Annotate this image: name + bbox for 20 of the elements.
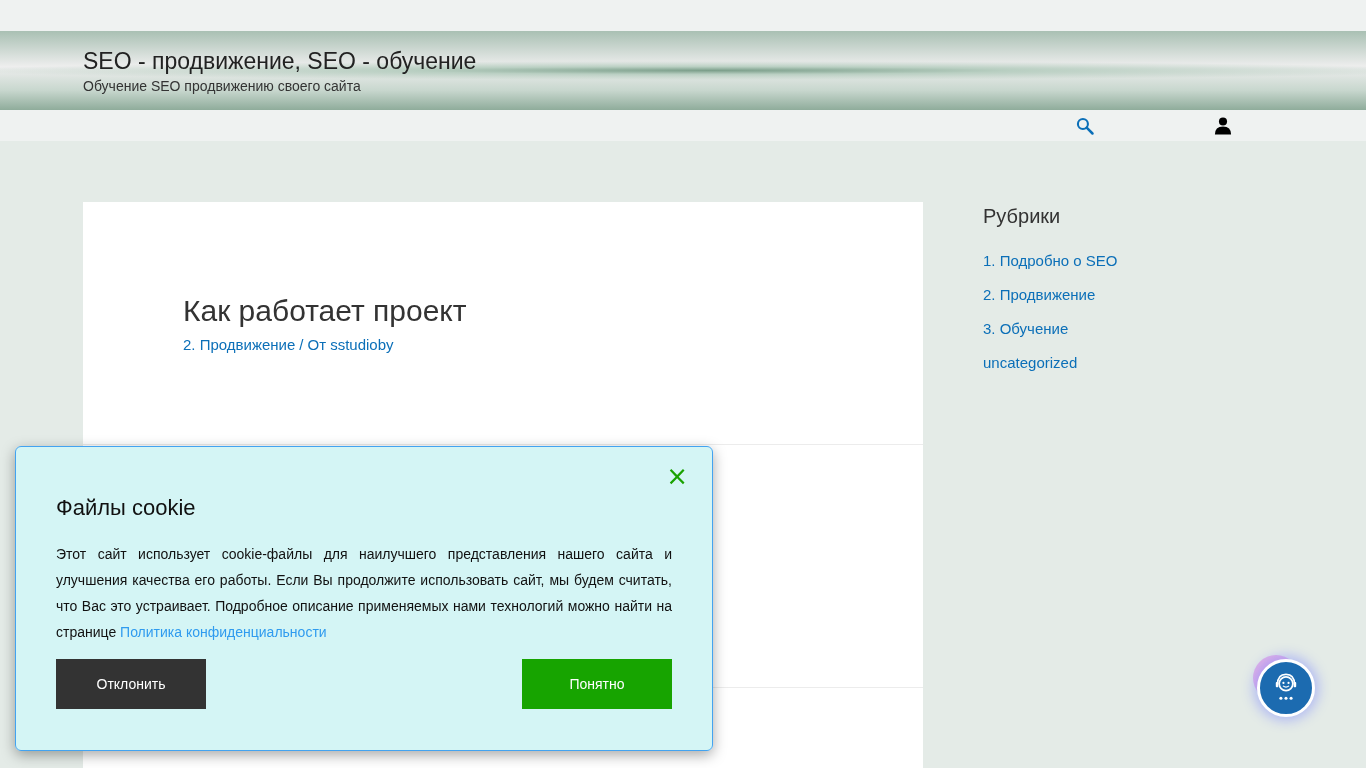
category-link[interactable]: 2. Продвижение [983, 286, 1096, 303]
close-button[interactable]: × [662, 463, 692, 489]
article-title: Как работает проект [183, 293, 468, 328]
meta-separator: / [299, 335, 304, 353]
cookie-text: Этот сайт использует cookie-файлы для наилучшего представления нашего сайта и улучшения качества его работы. Если Вы продолжите использовать сайт, мы будем считать, что Вас это устраивает. Подробное описание применяемых нами технологий можно найти на странице Политика конфиденциальности [56, 545, 672, 642]
site-tagline: Обучение SEO продвижению своего сайта [83, 76, 362, 96]
cookie-title: Файлы cookie [56, 495, 197, 521]
category-link[interactable]: 1. Подробно о SEO [983, 252, 1118, 269]
author-link[interactable]: От sstudioby [307, 335, 394, 353]
site-title[interactable]: SEO - продвижение, SEO - обучение [83, 45, 477, 76]
user-icon[interactable] [1214, 116, 1232, 135]
decline-button[interactable]: Отклонить [56, 659, 206, 709]
category-link[interactable]: 3. Обучение [983, 320, 1069, 337]
chat-button[interactable] [1257, 659, 1315, 717]
category-link[interactable]: uncategorized [983, 354, 1078, 371]
accept-button[interactable]: Понятно [522, 659, 672, 709]
privacy-policy-link[interactable]: Политика конфиденциальности [120, 624, 327, 640]
sidebar-heading: Рубрики [983, 205, 1062, 228]
category-link[interactable]: 2. Продвижение [183, 335, 296, 353]
search-icon[interactable] [1075, 115, 1095, 136]
